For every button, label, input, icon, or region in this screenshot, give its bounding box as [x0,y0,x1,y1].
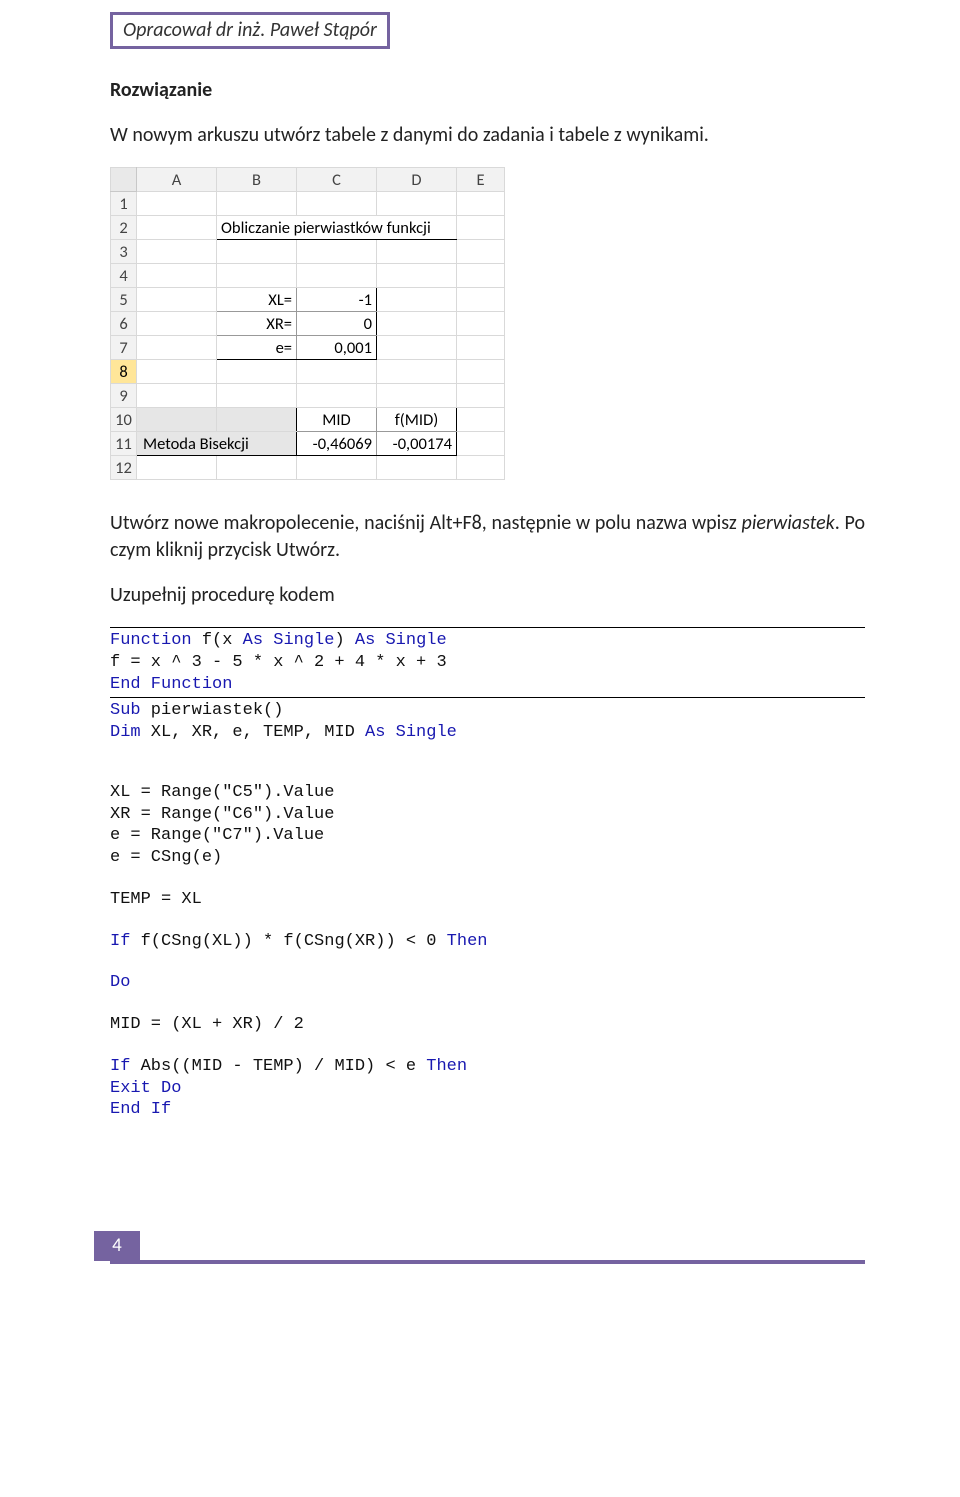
col-C: C [297,168,377,192]
cell-fmid-hdr: f(MID) [377,408,457,432]
spreadsheet-screenshot: A B C D E 1 2 Obliczanie pierwiastków fu… [110,167,865,480]
row-1: 1 [111,192,137,216]
row-3: 3 [111,240,137,264]
row-7: 7 [111,336,137,360]
code-line: End Function [110,675,232,694]
code-line: End If [110,1100,171,1119]
cell-title: Obliczanie pierwiastków funkcji [217,216,457,240]
row-4: 4 [111,264,137,288]
row-6: 6 [111,312,137,336]
kw-do: Do [110,973,130,992]
vba-code-block: Function f(x As Single) As Single f = x … [110,627,865,1121]
cell-xr-val: 0 [297,312,377,336]
col-E: E [457,168,505,192]
sheet-corner [111,168,137,192]
kw-function: Function [110,631,192,650]
col-B: B [217,168,297,192]
cell-method-a10 [137,408,217,432]
spreadsheet: A B C D E 1 2 Obliczanie pierwiastków fu… [110,167,505,480]
cell-xl-lbl: XL= [217,288,297,312]
p2-a: Utwórz nowe makropolecenie, naciśnij Alt… [110,511,742,535]
page-number: 4 [94,1231,140,1261]
kw-dim: Dim [110,723,141,742]
cell-e-val: 0,001 [297,336,377,360]
row-5: 5 [111,288,137,312]
p2-it: pierwiastek [742,511,835,535]
cell-method-b10 [217,408,297,432]
row-11: 11 [111,432,137,456]
kw-if: If [110,932,130,951]
cell-xr-lbl: XR= [217,312,297,336]
code-line: XR = Range("C6").Value [110,805,334,824]
paragraph-3: Uzupełnij procedurę kodem [110,582,865,609]
cell-xl-val: -1 [297,288,377,312]
paragraph-1: W nowym arkuszu utwórz tabele z danymi d… [110,122,865,149]
section-heading: Rozwiązanie [110,77,865,104]
kw-sub: Sub [110,701,141,720]
cell-mid-val: -0,46069 [297,432,377,456]
cell-method-label: Metoda Bisekcji [137,432,297,456]
row-8: 8 [111,360,137,384]
code-line: f = x ^ 3 - 5 * x ^ 2 + 4 * x + 3 [110,653,447,672]
col-D: D [377,168,457,192]
row-2: 2 [111,216,137,240]
header-author-box: Opracował dr inż. Paweł Stąpór [110,12,865,49]
page-footer: 4 [110,1231,865,1264]
kw-if2: If [110,1057,130,1076]
paragraph-2: Utwórz nowe makropolecenie, naciśnij Alt… [110,510,865,564]
footer-rule [110,1260,865,1264]
cell-fmid-val: -0,00174 [377,432,457,456]
cell-mid-hdr: MID [297,408,377,432]
col-A: A [137,168,217,192]
row-9: 9 [111,384,137,408]
code-line: TEMP = XL [110,890,202,909]
code-line: MID = (XL + XR) / 2 [110,1015,304,1034]
row-10: 10 [111,408,137,432]
row-12: 12 [111,456,137,480]
code-line: Exit Do [110,1079,181,1098]
cell-e-lbl: e= [217,336,297,360]
code-line: XL = Range("C5").Value [110,783,334,802]
author-line: Opracował dr inż. Paweł Stąpór [110,12,390,49]
code-separator [110,697,865,698]
code-line: e = CSng(e) [110,848,222,867]
code-line: e = Range("C7").Value [110,826,324,845]
